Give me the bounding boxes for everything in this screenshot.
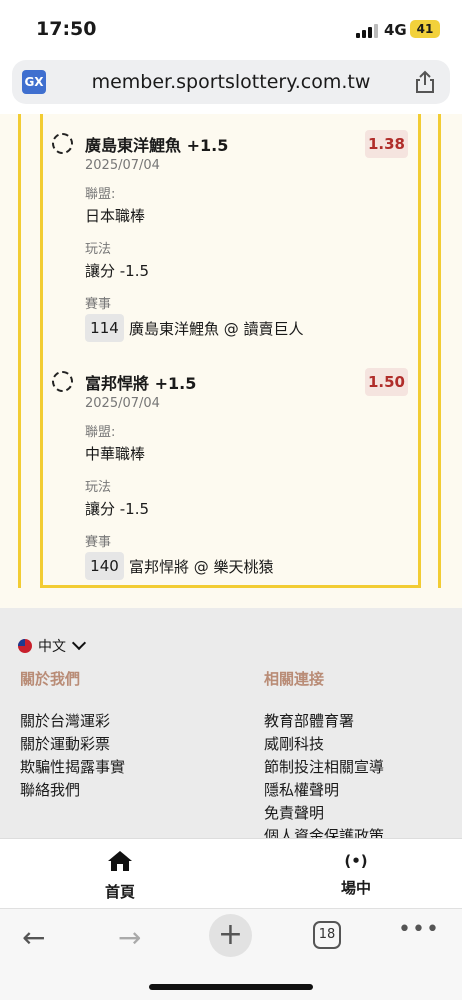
footer-link[interactable]: 聯絡我們 — [20, 779, 80, 800]
nav-home[interactable]: 首頁 — [90, 849, 150, 902]
select-circle-icon[interactable] — [52, 133, 73, 154]
footer-link[interactable]: 關於台灣運彩 — [20, 710, 110, 731]
odds-badge: 1.50 — [365, 368, 408, 396]
bet-team: 富邦悍將 +1.5 — [85, 374, 197, 393]
outer-border-right — [438, 114, 441, 588]
language-label: 中文 — [38, 639, 66, 655]
url-text[interactable]: member.sportslottery.com.tw — [12, 71, 450, 93]
bet-slip-content — [0, 114, 462, 608]
event-value: 富邦悍將 @ 樂天桃猿 — [129, 558, 274, 576]
status-bar: 17:50 4G 41 — [0, 0, 462, 56]
nav-home-label: 首頁 — [104, 883, 135, 901]
event-label: 賽事 — [85, 297, 112, 312]
play-label: 玩法 — [85, 242, 112, 257]
home-icon — [108, 851, 132, 871]
signal-icon — [356, 24, 378, 38]
chevron-down-icon — [71, 635, 87, 651]
network-type: 4G — [384, 21, 407, 39]
outer-border-left — [18, 114, 21, 588]
site-footer: 中文 關於我們 相關連接 關於台灣運彩 關於運動彩票 欺騙性揭露事實 聯絡我們 … — [0, 608, 462, 838]
about-heading: 關於我們 — [20, 670, 81, 688]
event-number: 114 — [85, 314, 124, 342]
footer-link[interactable]: 教育部體育署 — [264, 710, 354, 731]
odds-badge: 1.38 — [365, 130, 408, 158]
league-value: 中華職棒 — [85, 445, 146, 463]
slip-border-left — [40, 114, 43, 588]
footer-link[interactable]: 個人資金保護政策 — [264, 825, 384, 838]
related-heading: 相關連接 — [264, 670, 325, 688]
event-label: 賽事 — [85, 535, 112, 550]
bottom-nav: 首頁 (•) 場中 — [0, 838, 462, 908]
language-selector[interactable]: 中文 — [18, 635, 87, 656]
play-value: 讓分 -1.5 — [85, 262, 150, 280]
slip-border-bottom — [40, 585, 421, 588]
status-time: 17:50 — [36, 18, 97, 40]
footer-link[interactable]: 隱私權聲明 — [264, 779, 339, 800]
footer-link[interactable]: 免責聲明 — [264, 802, 324, 823]
share-icon[interactable] — [414, 70, 436, 94]
bet-date: 2025/07/04 — [85, 158, 160, 173]
home-indicator — [149, 984, 313, 990]
league-label: 聯盟: — [85, 187, 116, 202]
select-circle-icon[interactable] — [52, 371, 73, 392]
slip-border-right — [418, 114, 421, 588]
more-icon[interactable]: ••• — [398, 917, 440, 942]
flag-icon — [18, 639, 32, 653]
back-arrow-icon[interactable]: ← — [22, 921, 45, 954]
forward-arrow-icon[interactable]: → — [118, 921, 141, 954]
event-number: 140 — [85, 552, 124, 580]
footer-link[interactable]: 節制投注相關宣導 — [264, 756, 384, 777]
bet-team: 廣島東洋鯉魚 +1.5 — [85, 136, 229, 155]
league-value: 日本職棒 — [85, 207, 146, 225]
live-broadcast-icon: (•) — [344, 852, 368, 870]
nav-live[interactable]: (•) 場中 — [326, 849, 386, 898]
battery-icon: 41 — [410, 20, 440, 38]
bet-date: 2025/07/04 — [85, 396, 160, 411]
new-tab-icon[interactable]: + — [209, 914, 252, 957]
footer-link[interactable]: 威剛科技 — [264, 733, 324, 754]
event-value: 廣島東洋鯉魚 @ 讀賣巨人 — [129, 320, 304, 338]
tabs-count-button[interactable]: 18 — [313, 921, 341, 949]
nav-live-label: 場中 — [340, 879, 371, 897]
address-bar[interactable]: GX member.sportslottery.com.tw — [12, 60, 450, 104]
play-label: 玩法 — [85, 480, 112, 495]
play-value: 讓分 -1.5 — [85, 500, 150, 518]
footer-link[interactable]: 關於運動彩票 — [20, 733, 110, 754]
league-label: 聯盟: — [85, 425, 116, 440]
footer-link[interactable]: 欺騙性揭露事實 — [20, 756, 125, 777]
